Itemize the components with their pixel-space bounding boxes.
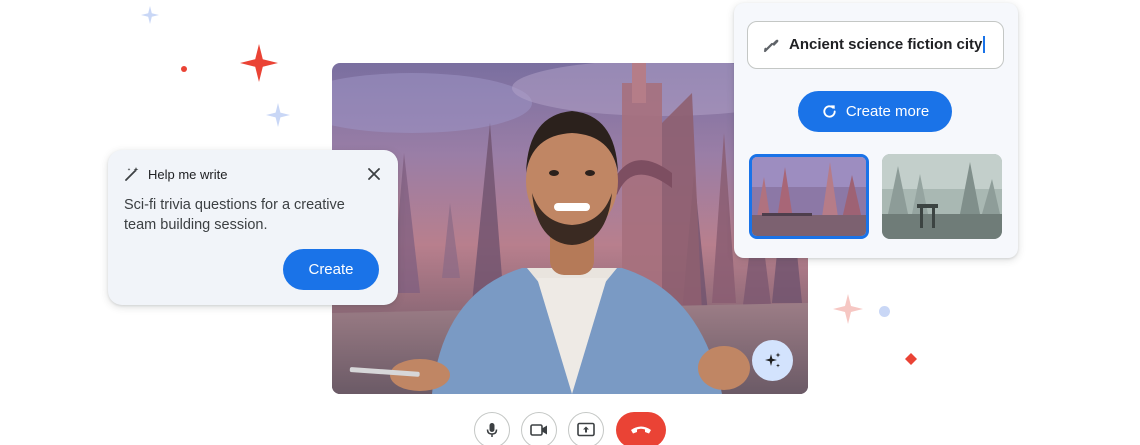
refresh-icon: [823, 105, 836, 118]
background-thumbnail-2[interactable]: [882, 154, 1002, 239]
end-call-icon: [631, 426, 651, 434]
camera-icon: [530, 424, 547, 436]
microphone-icon: [486, 423, 498, 437]
diamond-decoration-red: [905, 353, 917, 365]
create-more-label: Create more: [845, 103, 930, 120]
sparkle-decoration-blue: [266, 103, 290, 127]
magic-wand-icon: [125, 167, 139, 181]
help-me-write-card: Help me write Sci-fi trivia questions fo…: [108, 150, 398, 305]
background-prompt-value: Ancient science fiction city: [789, 36, 983, 53]
close-button[interactable]: [364, 164, 384, 184]
help-me-write-prompt: Sci-fi trivia questions for a creative t…: [124, 197, 345, 233]
sparkle-decoration-red-large: [240, 44, 278, 82]
sparkle-icon: [764, 352, 780, 367]
help-me-write-label: Help me write: [148, 166, 228, 182]
background-generator-card: Ancient science fiction city Create more: [734, 3, 1018, 258]
background-thumbnail-image-1: [752, 157, 866, 236]
text-caret: [983, 36, 985, 54]
background-prompt-input[interactable]: Ancient science fiction city: [747, 21, 1004, 69]
dot-decoration-blue: [879, 306, 890, 317]
sparkle-decoration-blue-small: [141, 6, 159, 24]
background-thumbnail-1[interactable]: [749, 154, 869, 239]
end-call-button[interactable]: [616, 412, 666, 445]
close-icon: [368, 168, 380, 180]
dot-decoration-red: [181, 66, 187, 72]
visual-effects-button[interactable]: [752, 340, 793, 381]
background-thumbnail-image-2: [882, 154, 1002, 239]
brush-icon: [763, 39, 779, 52]
present-screen-button[interactable]: [568, 412, 604, 445]
create-more-button[interactable]: Create more: [798, 91, 952, 132]
present-screen-icon: [577, 422, 595, 437]
microphone-button[interactable]: [474, 412, 510, 445]
help-me-write-header: Help me write: [124, 166, 227, 182]
sparkle-decoration-pink: [833, 294, 863, 324]
camera-button[interactable]: [521, 412, 557, 445]
create-button[interactable]: Create: [283, 249, 379, 290]
